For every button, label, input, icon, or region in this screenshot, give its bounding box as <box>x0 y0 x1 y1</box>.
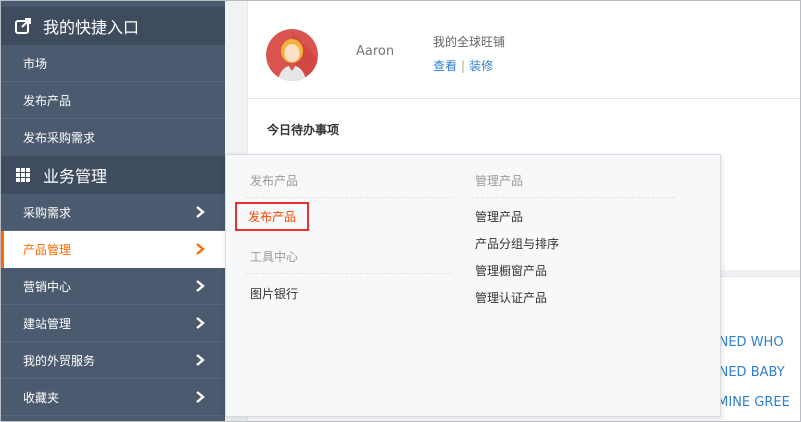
chevron-right-icon <box>196 391 205 403</box>
publish-section-heading: 发布产品 <box>250 174 299 188</box>
chevron-right-icon <box>196 206 205 218</box>
grid-icon <box>15 167 31 183</box>
divider <box>471 197 675 198</box>
business-header: 业务管理 <box>1 156 225 194</box>
shop-links: 查看 | 装修 <box>433 57 493 74</box>
decorate-shop-link[interactable]: 装修 <box>469 59 493 73</box>
link-separator: | <box>461 59 466 73</box>
manage-section-heading: 管理产品 <box>475 174 524 188</box>
sidebar-item-market[interactable]: 市场 <box>1 45 225 82</box>
sidebar: 我的快捷入口 市场 发布产品 发布采购需求 业务管理 采购需求 产品管理 营销中… <box>1 1 225 421</box>
quick-entry-header: 我的快捷入口 <box>1 7 225 45</box>
sidebar-item-product-management[interactable]: 产品管理 <box>1 231 225 268</box>
view-shop-link[interactable]: 查看 <box>433 59 457 73</box>
external-link-icon <box>15 18 31 34</box>
publish-product-link[interactable]: 发布产品 <box>235 202 310 231</box>
username: Aaron <box>356 44 395 59</box>
todo-title: 今日待办事项 <box>267 123 340 137</box>
sidebar-item-label: 市场 <box>23 56 48 71</box>
sidebar-item-favorites[interactable]: 收藏夹 <box>1 379 225 416</box>
chevron-right-icon <box>196 317 205 329</box>
sidebar-item-label: 我的外贸服务 <box>23 353 96 368</box>
shop-title: 我的全球旺铺 <box>433 35 506 49</box>
sidebar-item-label: 产品管理 <box>23 243 72 257</box>
avatar[interactable] <box>266 29 318 81</box>
sidebar-item-label: 收藏夹 <box>23 390 60 405</box>
showcase-products-link[interactable]: 管理橱窗产品 <box>475 262 547 279</box>
sidebar-item-publish-request[interactable]: 发布采购需求 <box>1 119 225 156</box>
sidebar-item-label: 营销中心 <box>23 279 72 294</box>
chevron-right-icon <box>196 243 205 255</box>
sidebar-item-label: 采购需求 <box>23 205 72 220</box>
chevron-right-icon <box>196 354 205 366</box>
image-bank-link[interactable]: 图片银行 <box>250 285 298 302</box>
business-title: 业务管理 <box>43 167 108 186</box>
sidebar-item-label: 发布产品 <box>23 93 72 108</box>
sidebar-item-purchase-request[interactable]: 采购需求 <box>1 194 225 231</box>
tools-section-heading: 工具中心 <box>250 250 299 264</box>
sidebar-item-label: 发布采购需求 <box>23 131 96 145</box>
certified-products-link[interactable]: 管理认证产品 <box>475 289 547 306</box>
chevron-right-icon <box>196 280 205 292</box>
quick-entry-title: 我的快捷入口 <box>43 18 140 37</box>
product-groups-link[interactable]: 产品分组与排序 <box>475 235 559 252</box>
product-management-flyout: 发布产品 发布产品 工具中心 图片银行 管理产品 管理产品 产品分组与排序 管理… <box>225 154 721 417</box>
divider <box>246 197 452 198</box>
sidebar-item-label: 建站管理 <box>23 316 72 331</box>
sidebar-item-site-management[interactable]: 建站管理 <box>1 305 225 342</box>
divider <box>246 273 452 274</box>
sidebar-item-marketing-center[interactable]: 营销中心 <box>1 268 225 305</box>
sidebar-item-publish-product[interactable]: 发布产品 <box>1 82 225 119</box>
profile-card <box>247 1 800 99</box>
sidebar-item-trade-services[interactable]: 我的外贸服务 <box>1 342 225 379</box>
manage-products-link[interactable]: 管理产品 <box>475 208 523 225</box>
